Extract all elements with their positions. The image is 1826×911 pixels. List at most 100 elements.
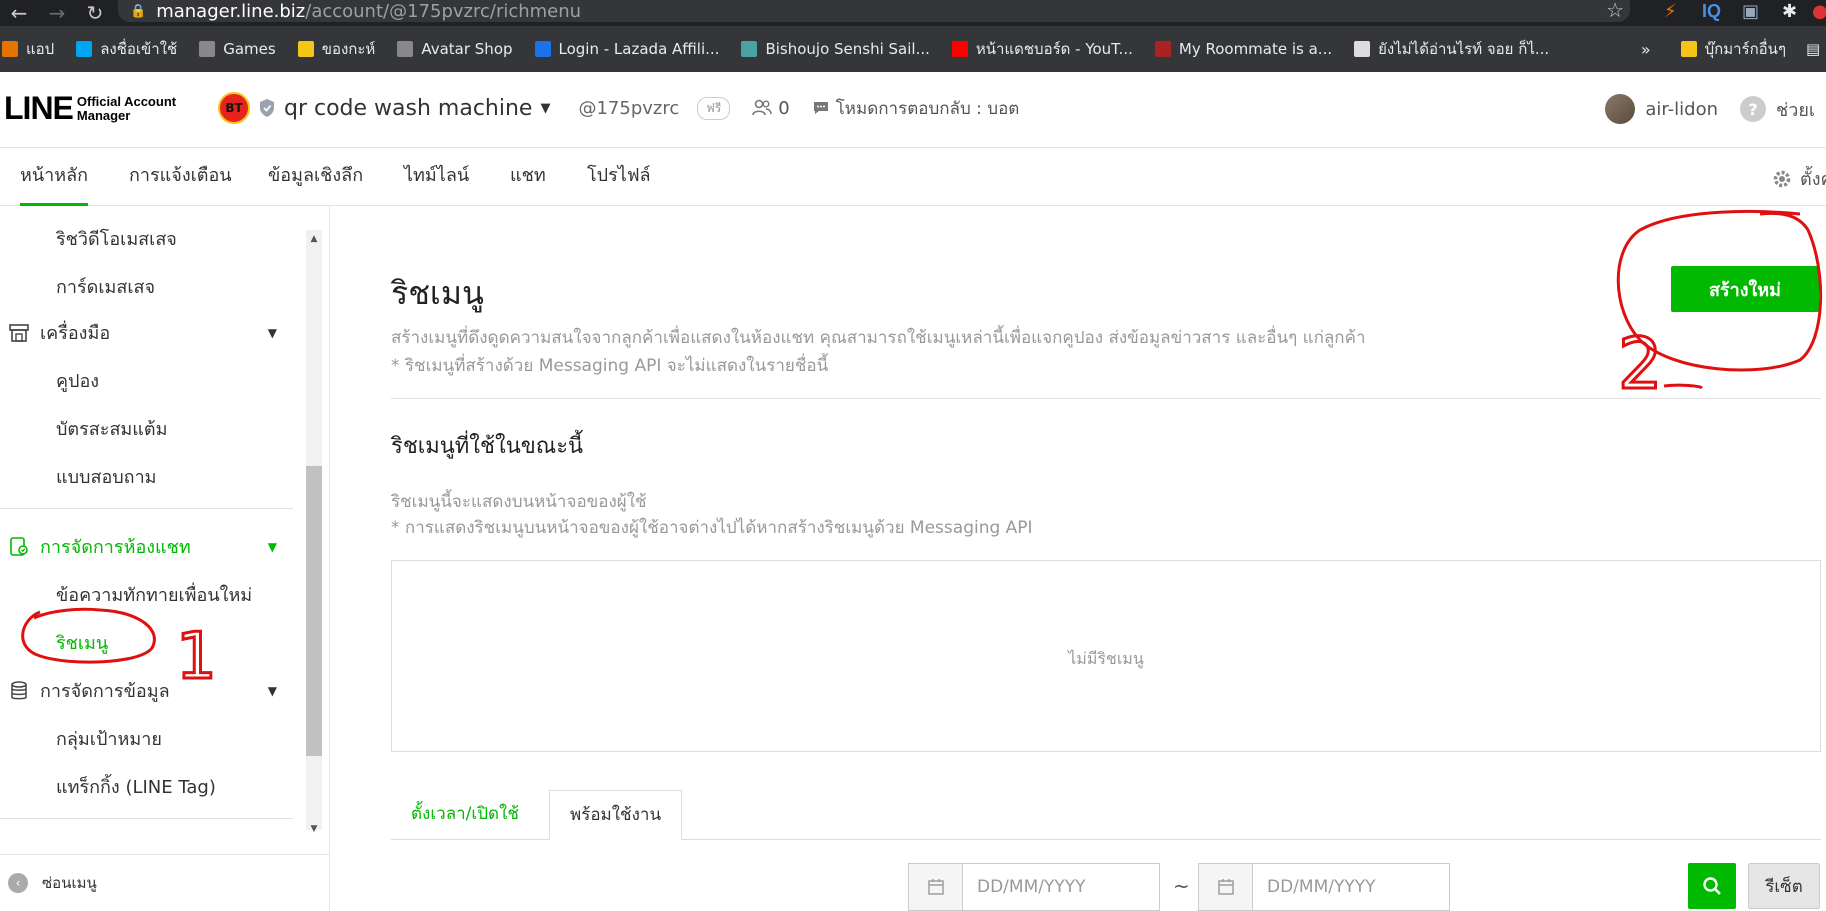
start-date-input[interactable] [963,877,1143,897]
caret-down-icon: ▼ [267,683,277,698]
account-switcher[interactable]: BT qr code wash machine ▼ @175pvzrc ฟรี … [218,92,1019,124]
puzzle-extension-icon[interactable]: ✱ [1782,1,1797,22]
logo-wordmark: LINE [4,90,74,126]
sidebar-item-line-tag[interactable]: แทร็กกิ้ง (LINE Tag) [56,772,216,801]
end-date-input[interactable] [1253,877,1433,897]
bookmark-label: แอป [26,40,55,58]
sidebar-group-data-management[interactable]: การจัดการข้อมูล ▼ [8,676,293,705]
sidebar-item-card-message[interactable]: การ์ดเมสเสจ [56,272,155,301]
settings-link[interactable]: ตั้งค [1772,164,1826,193]
current-richmenu-title: ริชเมนูที่ใช้ในขณะนี้ [391,434,584,459]
youtube-icon [951,41,968,57]
start-date-field[interactable] [908,863,1160,911]
sidebar-item-reward-card[interactable]: บัตรสะสมแต้ม [56,414,167,443]
sidebar-group-chat-room[interactable]: การจัดการห้องแชท ▼ [8,532,293,561]
sidebar-divider [0,818,293,819]
chat-bubble-icon [813,102,828,114]
forward-arrow-icon[interactable]: → [38,2,76,24]
sidebar-group-tools[interactable]: เครื่องมือ ▼ [8,318,293,347]
help-icon[interactable]: ? [1740,96,1766,122]
search-button[interactable] [1688,863,1736,909]
account-name: qr code wash machine [284,95,533,121]
sidebar-item-rich-menu[interactable]: ริชเมนู [56,628,108,657]
bookmark-my-roommate[interactable]: My Roommate is a... [1154,40,1332,58]
line-oam-logo[interactable]: LINE Official Account Manager [4,90,176,127]
bookmark-star-icon[interactable]: ☆ [1606,0,1624,22]
bookmark-unread[interactable]: ยังไม่ได้อ่านไรท์ จอย ก็ไ... [1354,37,1549,61]
screen: ← → ↻ 🔒 manager.line.biz/account/@175pvz… [0,0,1826,911]
tab-insights[interactable]: ข้อมูลเชิงลึก [268,148,363,206]
lazada-icon [534,41,551,57]
sidebar-scroll-thumb[interactable] [306,466,322,756]
microsoft-icon [76,41,93,57]
bookmarks-bar: แอป ลงชื่อเข้าใช้ Games ของกะห์ Avatar Shop L… [0,26,1826,72]
chat-room-icon [10,536,28,556]
sidebar-group-tools-label: เครื่องมือ [40,323,111,344]
other-bookmarks[interactable]: บุ๊กมาร์กอื่นๆ [1680,37,1786,61]
tab-notifications[interactable]: การแจ้งเตือน [129,148,232,206]
sidebar: ริชวิดีโอเมสเสจ การ์ดเมสเสจ เครื่องมือ ▼… [0,206,330,911]
scroll-up-icon[interactable]: ▲ [306,230,322,248]
user-avatar[interactable] [1605,94,1636,124]
help-link[interactable]: ช่วยเ [1776,95,1826,124]
manga-icon [1154,41,1171,57]
hide-menu-button[interactable]: ‹ ซ่อนเมนู [0,854,330,911]
empty-state-text: ไม่มีริชเมนู [1068,649,1144,668]
bookmark-youtube-dashboard[interactable]: หน้าแดชบอร์ด - YouT... [951,37,1133,61]
shield-extension-icon[interactable]: ▣ [1742,1,1759,22]
tab-ready[interactable]: พร้อมใช้งาน [549,790,683,841]
bookmark-avatar-shop[interactable]: Avatar Shop [397,40,513,58]
reload-icon[interactable]: ↻ [76,2,114,24]
iq-extension-icon[interactable]: IQ [1702,1,1721,22]
lock-icon: 🔒 [130,3,147,19]
bookmark-label: Bishoujo Senshi Sail... [765,40,930,58]
profile-icon[interactable]: ● [1812,1,1826,19]
user-area: air-lidon ? ช่วยเ [1605,94,1826,124]
main-tabs: หน้าหลัก การแจ้งเตือน ข้อมูลเชิงลึก ไทม์… [0,148,1826,206]
caret-down-icon: ▼ [267,325,277,340]
scroll-down-icon[interactable]: ▼ [306,820,322,838]
gear-icon [1773,170,1791,187]
search-icon [1703,877,1721,895]
reset-button[interactable]: รีเซ็ต [1748,863,1820,909]
bookmarks-overflow-button[interactable]: » [1641,40,1651,59]
reply-mode-label: โหมดการตอบกลับ : บอต [835,98,1020,119]
tab-scheduled[interactable]: ตั้งเวลา/เปิดใช้ [391,790,539,840]
globe-icon [1354,41,1371,57]
friends-count[interactable]: 0 [752,98,790,119]
logo-subtitle: Official Account Manager [77,94,176,123]
plan-badge: ฟรี [697,96,731,120]
back-arrow-icon[interactable]: ← [0,2,38,24]
reading-list-icon[interactable]: ▤ [1806,40,1826,58]
sidebar-item-rich-video-message[interactable]: ริชวิดีโอเมสเสจ [56,224,177,253]
reply-mode[interactable]: โหมดการตอบกลับ : บอต [812,95,1020,122]
address-bar[interactable]: 🔒 manager.line.biz/account/@175pvzrc/ric… [118,0,1630,22]
extension-icon[interactable]: ⚡ [1664,1,1677,22]
calendar-icon[interactable] [909,864,963,910]
bookmark-folder[interactable]: ของกะห์ [297,37,376,61]
tab-home[interactable]: หน้าหลัก [20,148,89,206]
bookmark-signin[interactable]: ลงชื่อเข้าใช้ [76,37,177,61]
tab-profile[interactable]: โปรไฟล์ [587,148,651,206]
end-date-field[interactable] [1198,863,1450,911]
tab-chat[interactable]: แชท [510,148,546,206]
bookmark-label: ของกะห์ [321,40,376,58]
calendar-icon[interactable] [1199,864,1253,910]
bookmark-label: Login - Lazada Affili... [558,40,720,58]
account-avatar: BT [218,92,250,124]
sidebar-item-coupon[interactable]: คูปอง [56,366,99,395]
bookmark-label: Games [223,40,276,58]
sidebar-item-survey[interactable]: แบบสอบถาม [56,462,157,491]
verified-shield-icon [260,99,274,117]
bookmark-games[interactable]: Games [199,40,276,58]
create-new-button[interactable]: สร้างใหม่ [1671,266,1819,312]
richmenu-tabs: ตั้งเวลา/เปิดใช้ พร้อมใช้งาน [391,784,1821,841]
bookmark-lazada[interactable]: Login - Lazada Affili... [534,40,720,58]
tab-timeline[interactable]: ไทม์ไลน์ [404,148,469,206]
bookmark-label: ลงชื่อเข้าใช้ [100,40,178,58]
user-name[interactable]: air-lidon [1645,99,1718,120]
bookmark-bishoujo[interactable]: Bishoujo Senshi Sail... [741,40,930,58]
sidebar-item-greeting-message[interactable]: ข้อความทักทายเพื่อนใหม่ [56,580,252,609]
sidebar-item-audience[interactable]: กลุ่มเป้าหมาย [56,724,162,753]
bookmark-apps[interactable]: แอป [2,37,54,61]
